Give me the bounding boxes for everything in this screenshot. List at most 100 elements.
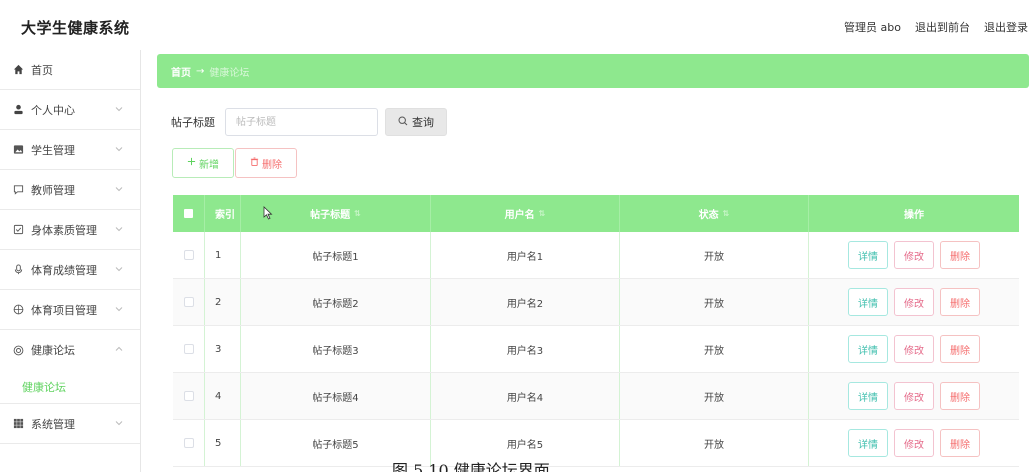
query-button[interactable]: 查询 <box>385 108 447 136</box>
column-header-status[interactable]: 状态 ⇅ <box>620 195 809 232</box>
select-all-checkbox[interactable] <box>173 195 205 232</box>
header-user-area: 管理员 abo 退出到前台 退出登录 <box>844 19 1028 35</box>
detail-button[interactable]: 详情 <box>848 429 888 457</box>
row-checkbox[interactable] <box>173 232 205 278</box>
table-row: 2 帖子标题2 用户名2 开放 详情 修改 删除 <box>173 279 1019 326</box>
delete-button[interactable]: 删除 <box>940 288 980 316</box>
search-label: 帖子标题 <box>171 116 215 129</box>
chevron-down-icon <box>114 264 124 274</box>
top-header: 大学生健康系统 管理员 abo 退出到前台 退出登录 <box>0 0 1036 50</box>
row-status: 开放 <box>620 373 809 419</box>
delete-button[interactable]: 删除 <box>940 335 980 363</box>
row-status: 开放 <box>620 279 809 325</box>
chat-icon <box>12 184 24 196</box>
edit-button[interactable]: 修改 <box>894 429 934 457</box>
forum-posts-table: 索引 帖子标题 ⇅ 用户名 ⇅ 状态 ⇅ 操作 1 帖子标题1 用户名1 开放 详情 … <box>173 195 1019 467</box>
row-status: 开放 <box>620 326 809 372</box>
sidebar-item-student-management[interactable]: 学生管理 <box>0 130 140 170</box>
edit-button[interactable]: 修改 <box>894 335 934 363</box>
breadcrumb: 首页 → 健康论坛 <box>157 54 1029 88</box>
row-checkbox[interactable] <box>173 373 205 419</box>
delete-button-label: 删除 <box>262 159 282 171</box>
row-checkbox[interactable] <box>173 326 205 372</box>
user-icon <box>12 104 24 116</box>
exit-to-front-link[interactable]: 退出到前台 <box>915 19 970 35</box>
sidebar-item-label: 体育项目管理 <box>31 303 97 317</box>
logout-link[interactable]: 退出登录 <box>984 19 1028 35</box>
row-actions: 详情 修改 删除 <box>809 373 1019 419</box>
sidebar-item-label: 体育成绩管理 <box>31 263 97 277</box>
home-icon <box>12 64 24 76</box>
plus-icon <box>187 157 196 169</box>
row-actions: 详情 修改 删除 <box>809 420 1019 466</box>
sidebar-item-teacher-management[interactable]: 教师管理 <box>0 170 140 210</box>
row-title: 帖子标题4 <box>241 373 431 419</box>
chevron-down-icon <box>114 184 124 194</box>
row-index: 5 <box>205 420 241 466</box>
row-index: 3 <box>205 326 241 372</box>
row-username: 用户名4 <box>431 373 620 419</box>
chevron-down-icon <box>114 104 124 114</box>
action-buttons: 新增 删除 <box>172 148 297 178</box>
detail-button[interactable]: 详情 <box>848 382 888 410</box>
query-button-label: 查询 <box>412 116 434 129</box>
chevron-down-icon <box>114 418 124 428</box>
sidebar-item-label: 学生管理 <box>31 143 75 157</box>
table-row: 3 帖子标题3 用户名3 开放 详情 修改 删除 <box>173 326 1019 373</box>
sidebar-item-label: 首页 <box>31 63 53 77</box>
batch-delete-button[interactable]: 删除 <box>235 148 297 178</box>
row-username: 用户名3 <box>431 326 620 372</box>
trash-icon <box>250 157 259 169</box>
submenu-item-health-forum[interactable]: 健康论坛 <box>0 370 140 404</box>
breadcrumb-home[interactable]: 首页 <box>171 64 191 79</box>
edit-button[interactable]: 修改 <box>894 288 934 316</box>
edit-button[interactable]: 修改 <box>894 241 934 269</box>
basketball-icon <box>12 304 24 316</box>
chevron-up-icon <box>114 344 124 354</box>
search-icon <box>398 115 408 129</box>
table-header: 索引 帖子标题 ⇅ 用户名 ⇅ 状态 ⇅ 操作 <box>173 195 1019 232</box>
edit-button[interactable]: 修改 <box>894 382 934 410</box>
row-title: 帖子标题2 <box>241 279 431 325</box>
search-bar: 帖子标题 查询 <box>171 108 447 136</box>
sidebar-item-sports-projects[interactable]: 体育项目管理 <box>0 290 140 330</box>
add-button[interactable]: 新增 <box>172 148 234 178</box>
app-title: 大学生健康系统 <box>21 19 130 37</box>
sidebar-item-label: 健康论坛 <box>31 344 75 357</box>
row-username: 用户名2 <box>431 279 620 325</box>
detail-button[interactable]: 详情 <box>848 241 888 269</box>
sidebar-item-label: 系统管理 <box>31 417 75 431</box>
row-title: 帖子标题3 <box>241 326 431 372</box>
detail-button[interactable]: 详情 <box>848 335 888 363</box>
sidebar-item-system-management[interactable]: 系统管理 <box>0 404 140 444</box>
sidebar-item-personal-center[interactable]: 个人中心 <box>0 90 140 130</box>
delete-button[interactable]: 删除 <box>940 429 980 457</box>
picture-icon <box>12 144 24 156</box>
delete-button[interactable]: 删除 <box>940 241 980 269</box>
detail-button[interactable]: 详情 <box>848 288 888 316</box>
table-row: 4 帖子标题4 用户名4 开放 详情 修改 删除 <box>173 373 1019 420</box>
chevron-down-icon <box>114 304 124 314</box>
sidebar-item-label: 教师管理 <box>31 183 75 197</box>
row-actions: 详情 修改 删除 <box>809 326 1019 372</box>
sidebar-item-home[interactable]: 首页 <box>0 50 140 90</box>
delete-button[interactable]: 删除 <box>940 382 980 410</box>
row-checkbox[interactable] <box>173 279 205 325</box>
row-actions: 详情 修改 删除 <box>809 279 1019 325</box>
breadcrumb-separator: → <box>196 65 205 77</box>
row-checkbox[interactable] <box>173 420 205 466</box>
sidebar-item-health-forum[interactable]: 健康论坛 <box>0 330 140 370</box>
sidebar-item-physical-fitness[interactable]: 身体素质管理 <box>0 210 140 250</box>
row-username: 用户名1 <box>431 232 620 278</box>
column-header-username[interactable]: 用户名 ⇅ <box>431 195 620 232</box>
column-header-index: 索引 <box>205 195 241 232</box>
column-header-actions: 操作 <box>904 210 924 221</box>
row-index: 4 <box>205 373 241 419</box>
row-status: 开放 <box>620 232 809 278</box>
microphone-icon <box>12 264 24 276</box>
checkbox-icon <box>12 224 24 236</box>
sort-icon: ⇅ <box>354 209 361 218</box>
post-title-search-input[interactable] <box>225 108 378 136</box>
figure-caption: 图 5.10 健康论坛界面 <box>0 462 1036 472</box>
sidebar-item-sports-scores[interactable]: 体育成绩管理 <box>0 250 140 290</box>
